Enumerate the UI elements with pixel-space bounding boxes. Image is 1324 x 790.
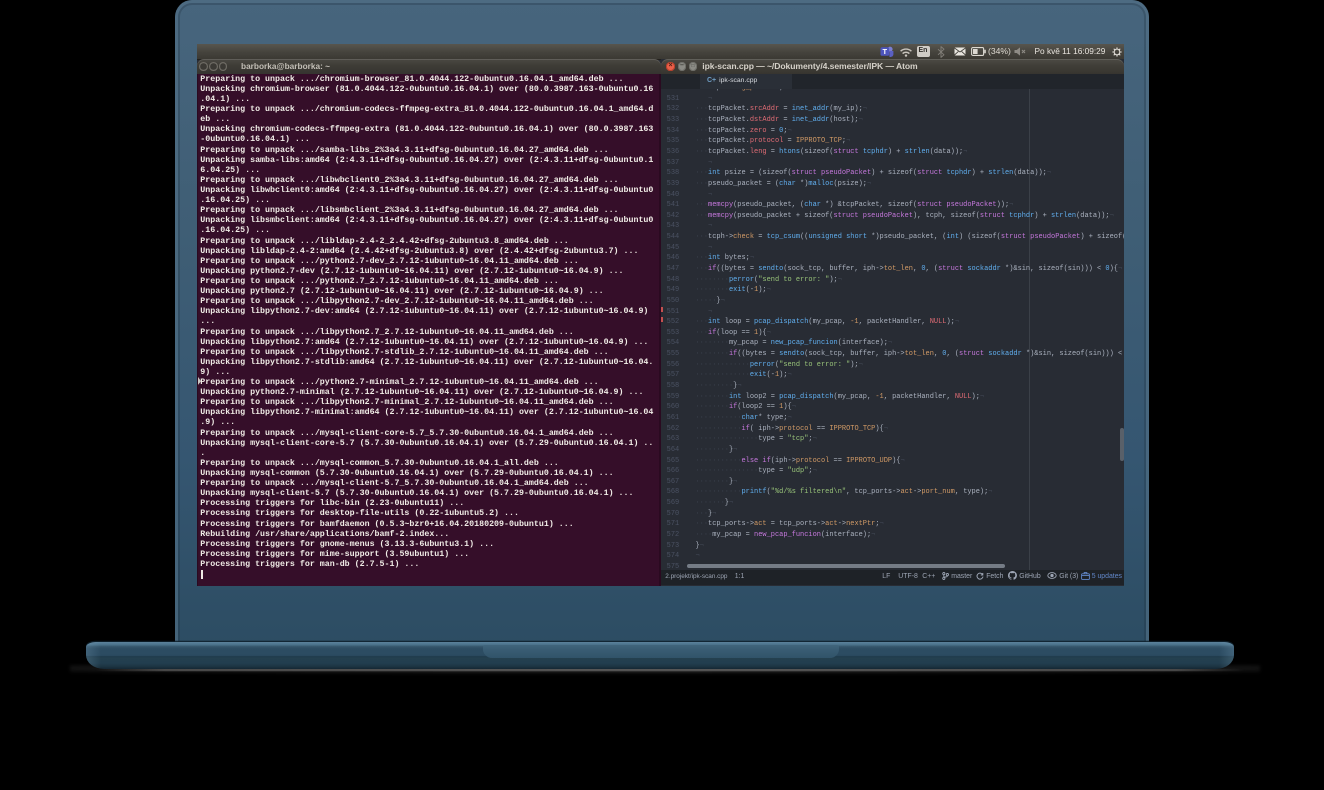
svg-text:T: T (883, 47, 888, 56)
